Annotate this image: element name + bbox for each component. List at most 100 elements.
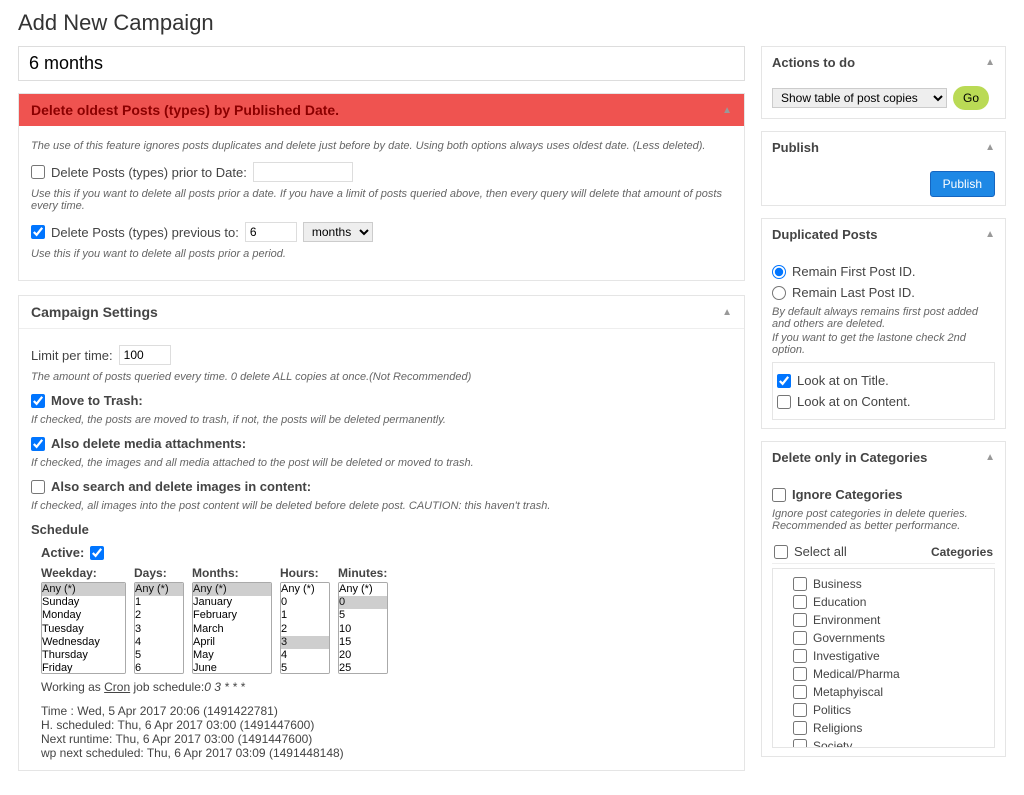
category-item[interactable]: Metaphyiscal <box>779 683 988 701</box>
minutes-label: Minutes: <box>338 566 388 580</box>
schedule-title: Schedule <box>31 522 89 537</box>
hours-select[interactable]: Any (*)0123456 <box>280 582 330 674</box>
remain-first-label: Remain First Post ID. <box>792 264 916 279</box>
category-label: Environment <box>813 613 880 627</box>
select-all-label: Select all <box>794 544 847 559</box>
media-help: If checked, the images and all media att… <box>31 457 732 469</box>
category-label: Metaphyiscal <box>813 685 883 699</box>
prior-date-label: Delete Posts (types) prior to Date: <box>51 165 247 180</box>
move-trash-checkbox[interactable] <box>31 394 45 408</box>
collapse-icon: ▲ <box>985 57 995 68</box>
remain-last-radio[interactable] <box>772 286 786 300</box>
category-item[interactable]: Society <box>779 737 988 748</box>
minutes-select[interactable]: Any (*)051015202530 <box>338 582 388 674</box>
hours-label: Hours: <box>280 566 330 580</box>
categories-list[interactable]: Business Education Environment Governments I… <box>772 568 995 748</box>
collapse-icon: ▲ <box>985 142 995 153</box>
actions-header[interactable]: Actions to do ▲ <box>762 47 1005 78</box>
category-label: Medical/Pharma <box>813 667 900 681</box>
campaign-settings-panel: Campaign Settings ▲ Limit per time: The … <box>18 295 745 771</box>
publish-button[interactable]: Publish <box>930 171 995 197</box>
category-item[interactable]: Politics <box>779 701 988 719</box>
cron-line: Working as Cron job schedule:0 3 * * * <box>41 680 732 694</box>
duplicated-header[interactable]: Duplicated Posts ▲ <box>762 219 1005 250</box>
campaign-name-input[interactable] <box>18 46 745 81</box>
category-label: Education <box>813 595 866 609</box>
days-select[interactable]: Any (*)1234567 <box>134 582 184 674</box>
move-trash-label: Move to Trash: <box>51 393 143 408</box>
publish-header[interactable]: Publish ▲ <box>762 132 1005 163</box>
previous-num-input[interactable] <box>245 222 297 242</box>
category-checkbox[interactable] <box>793 595 807 609</box>
category-checkbox[interactable] <box>793 631 807 645</box>
images-label: Also search and delete images in content… <box>51 479 311 494</box>
limit-help: The amount of posts queried every time. … <box>31 371 732 383</box>
category-item[interactable]: Environment <box>779 611 988 629</box>
panel-title: Campaign Settings <box>31 304 158 320</box>
category-checkbox[interactable] <box>793 667 807 681</box>
ignore-categories-checkbox[interactable] <box>772 488 786 502</box>
categories-header-label: Categories <box>931 545 993 559</box>
remain-last-label: Remain Last Post ID. <box>792 285 915 300</box>
category-checkbox[interactable] <box>793 685 807 699</box>
collapse-icon: ▲ <box>985 452 995 463</box>
delete-oldest-header[interactable]: Delete oldest Posts (types) by Published… <box>19 94 744 126</box>
previous-unit-select[interactable]: months <box>303 222 373 242</box>
weekday-label: Weekday: <box>41 566 126 580</box>
delete-categories-header[interactable]: Delete only in Categories ▲ <box>762 442 1005 473</box>
page-title: Add New Campaign <box>18 10 1006 36</box>
limit-label: Limit per time: <box>31 348 113 363</box>
category-item[interactable]: Education <box>779 593 988 611</box>
look-content-label: Look at on Content. <box>797 394 910 409</box>
category-label: Business <box>813 577 862 591</box>
media-label: Also delete media attachments: <box>51 436 246 451</box>
panel-title: Delete oldest Posts (types) by Published… <box>31 102 339 118</box>
ignore-help: Ignore post categories in delete queries… <box>772 508 995 532</box>
wp-next-line: wp next scheduled: Thu, 6 Apr 2017 03:09… <box>41 746 732 760</box>
active-checkbox[interactable] <box>90 546 104 560</box>
category-item[interactable]: Medical/Pharma <box>779 665 988 683</box>
category-item[interactable]: Religions <box>779 719 988 737</box>
prior-date-input[interactable] <box>253 162 353 182</box>
category-checkbox[interactable] <box>793 739 807 748</box>
select-all-checkbox[interactable] <box>774 545 788 559</box>
go-button[interactable]: Go <box>953 86 989 110</box>
duplicated-panel: Duplicated Posts ▲ Remain First Post ID.… <box>761 218 1006 429</box>
prior-date-checkbox[interactable] <box>31 165 45 179</box>
active-label: Active: <box>41 545 84 560</box>
category-label: Politics <box>813 703 851 717</box>
category-checkbox[interactable] <box>793 577 807 591</box>
category-label: Society <box>813 739 852 748</box>
weekday-select[interactable]: Any (*)SundayMondayTuesdayWednesdayThurs… <box>41 582 126 674</box>
months-select[interactable]: Any (*)JanuaryFebruaryMarchAprilMayJuneJ… <box>192 582 272 674</box>
category-item[interactable]: Investigative <box>779 647 988 665</box>
category-item[interactable]: Business <box>779 575 988 593</box>
months-label: Months: <box>192 566 272 580</box>
trash-help: If checked, the posts are moved to trash… <box>31 414 732 426</box>
look-title-label: Look at on Title. <box>797 373 889 388</box>
category-item[interactable]: Governments <box>779 629 988 647</box>
dup-help2: If you want to get the lastone check 2nd… <box>772 332 995 356</box>
intro-help: The use of this feature ignores posts du… <box>31 140 732 152</box>
ignore-categories-label: Ignore Categories <box>792 487 903 502</box>
remain-first-radio[interactable] <box>772 265 786 279</box>
category-checkbox[interactable] <box>793 613 807 627</box>
previous-help: Use this if you want to delete all posts… <box>31 248 732 260</box>
previous-to-checkbox[interactable] <box>31 225 45 239</box>
media-checkbox[interactable] <box>31 437 45 451</box>
limit-input[interactable] <box>119 345 171 365</box>
category-label: Investigative <box>813 649 880 663</box>
collapse-icon: ▲ <box>722 105 732 116</box>
category-checkbox[interactable] <box>793 721 807 735</box>
previous-to-label: Delete Posts (types) previous to: <box>51 225 239 240</box>
collapse-icon: ▲ <box>722 307 732 318</box>
category-checkbox[interactable] <box>793 649 807 663</box>
look-title-checkbox[interactable] <box>777 374 791 388</box>
dup-help1: By default always remains first post add… <box>772 306 995 330</box>
images-checkbox[interactable] <box>31 480 45 494</box>
campaign-settings-header[interactable]: Campaign Settings ▲ <box>19 296 744 329</box>
actions-select[interactable]: Show table of post copies <box>772 88 947 108</box>
look-content-checkbox[interactable] <box>777 395 791 409</box>
actions-panel: Actions to do ▲ Show table of post copie… <box>761 46 1006 119</box>
category-checkbox[interactable] <box>793 703 807 717</box>
